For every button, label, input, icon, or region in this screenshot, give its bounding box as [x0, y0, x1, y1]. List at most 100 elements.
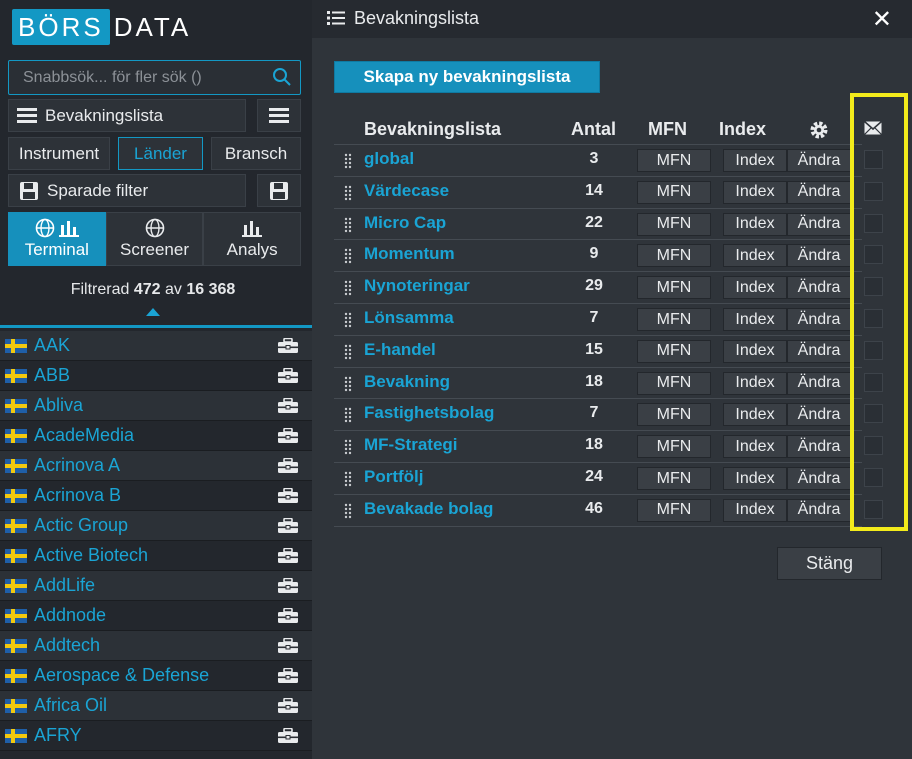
drag-handle-icon[interactable]	[344, 312, 352, 328]
save-filter-button[interactable]	[257, 174, 301, 207]
watchlist-menu-button[interactable]	[257, 99, 301, 132]
edit-button[interactable]: Ändra	[787, 276, 851, 300]
index-button[interactable]: Index	[723, 308, 787, 331]
drag-handle-icon[interactable]	[344, 503, 352, 519]
filter-lander-button[interactable]: Länder	[118, 137, 203, 170]
edit-button[interactable]: Ändra	[787, 371, 851, 395]
company-row[interactable]: Acrinova B	[0, 481, 312, 511]
borsdata-logo[interactable]: BÖRS DATA	[12, 9, 191, 45]
company-row[interactable]: ABB	[0, 361, 312, 391]
company-name[interactable]: Acrinova B	[34, 485, 121, 506]
mfn-button[interactable]: MFN	[637, 276, 711, 300]
edit-button[interactable]: Ändra	[787, 467, 851, 490]
briefcase-icon[interactable]	[278, 488, 298, 504]
drag-handle-icon[interactable]	[344, 471, 352, 487]
index-button[interactable]: Index	[723, 212, 787, 236]
watchlist-name-link[interactable]: Lönsamma	[364, 308, 454, 328]
index-button[interactable]: Index	[723, 339, 787, 363]
drag-handle-icon[interactable]	[344, 217, 352, 233]
edit-button[interactable]: Ändra	[787, 339, 851, 363]
watchlist-name-link[interactable]: global	[364, 149, 414, 169]
tab-screener[interactable]: Screener	[105, 212, 204, 266]
gear-icon[interactable]	[809, 120, 829, 140]
mfn-button[interactable]: MFN	[637, 339, 711, 363]
index-button[interactable]: Index	[723, 467, 787, 490]
filter-instrument-button[interactable]: Instrument	[8, 137, 110, 170]
index-button[interactable]: Index	[723, 435, 787, 459]
mfn-button[interactable]: MFN	[637, 149, 711, 172]
mfn-button[interactable]: MFN	[637, 498, 711, 522]
company-name[interactable]: Active Biotech	[34, 545, 148, 566]
mfn-button[interactable]: MFN	[637, 212, 711, 236]
mfn-button[interactable]: MFN	[637, 403, 711, 427]
briefcase-icon[interactable]	[278, 368, 298, 384]
drag-handle-icon[interactable]	[344, 280, 352, 296]
company-row[interactable]: Africa Oil	[0, 691, 312, 721]
watchlist-name-link[interactable]: MF-Strategi	[364, 435, 458, 455]
watchlist-name-link[interactable]: Micro Cap	[364, 213, 446, 233]
drag-handle-icon[interactable]	[344, 248, 352, 264]
index-button[interactable]: Index	[723, 180, 787, 204]
watchlist-button[interactable]: Bevakningslista	[8, 99, 246, 132]
company-row[interactable]: AddLife	[0, 571, 312, 601]
briefcase-icon[interactable]	[278, 578, 298, 594]
briefcase-icon[interactable]	[278, 728, 298, 744]
tab-terminal[interactable]: Terminal	[8, 212, 106, 266]
company-row[interactable]: AcadeMedia	[0, 421, 312, 451]
company-row[interactable]: Acrinova A	[0, 451, 312, 481]
company-name[interactable]: Aerospace & Defense	[34, 665, 209, 686]
index-button[interactable]: Index	[723, 276, 787, 300]
company-row[interactable]: Active Biotech	[0, 541, 312, 571]
edit-button[interactable]: Ändra	[787, 308, 851, 331]
company-name[interactable]: AAK	[34, 335, 70, 356]
search-icon[interactable]	[272, 67, 292, 87]
mfn-button[interactable]: MFN	[637, 435, 711, 459]
drag-handle-icon[interactable]	[344, 376, 352, 392]
filter-bransch-button[interactable]: Bransch	[211, 137, 301, 170]
edit-button[interactable]: Ändra	[787, 403, 851, 427]
mfn-button[interactable]: MFN	[637, 308, 711, 331]
company-row[interactable]: Addtech	[0, 631, 312, 661]
briefcase-icon[interactable]	[278, 608, 298, 624]
mfn-button[interactable]: MFN	[637, 180, 711, 204]
edit-button[interactable]: Ändra	[787, 180, 851, 204]
watchlist-name-link[interactable]: Momentum	[364, 244, 455, 264]
index-button[interactable]: Index	[723, 498, 787, 522]
edit-button[interactable]: Ändra	[787, 149, 851, 172]
mfn-button[interactable]: MFN	[637, 467, 711, 490]
edit-button[interactable]: Ändra	[787, 498, 851, 522]
briefcase-icon[interactable]	[278, 428, 298, 444]
company-name[interactable]: Africa Oil	[34, 695, 107, 716]
company-row[interactable]: AFRY	[0, 721, 312, 751]
watchlist-name-link[interactable]: Bevakade bolag	[364, 499, 493, 519]
watchlist-name-link[interactable]: Bevakning	[364, 372, 450, 392]
briefcase-icon[interactable]	[278, 398, 298, 414]
company-name[interactable]: Addnode	[34, 605, 106, 626]
drag-handle-icon[interactable]	[344, 439, 352, 455]
close-button[interactable]: Stäng	[777, 547, 882, 580]
company-row[interactable]: Abliva	[0, 391, 312, 421]
company-row[interactable]: Aerospace & Defense	[0, 661, 312, 691]
watchlist-name-link[interactable]: E-handel	[364, 340, 436, 360]
mfn-button[interactable]: MFN	[637, 371, 711, 395]
briefcase-icon[interactable]	[278, 548, 298, 564]
index-button[interactable]: Index	[723, 371, 787, 395]
index-button[interactable]: Index	[723, 149, 787, 172]
company-name[interactable]: AddLife	[34, 575, 95, 596]
company-row[interactable]: Actic Group	[0, 511, 312, 541]
index-button[interactable]: Index	[723, 244, 787, 268]
watchlist-name-link[interactable]: Nynoteringar	[364, 276, 470, 296]
search-input[interactable]	[9, 61, 259, 94]
briefcase-icon[interactable]	[278, 458, 298, 474]
company-name[interactable]: Acrinova A	[34, 455, 120, 476]
collapse-arrow-icon[interactable]	[146, 308, 160, 316]
company-name[interactable]: Addtech	[34, 635, 100, 656]
edit-button[interactable]: Ändra	[787, 435, 851, 459]
mfn-button[interactable]: MFN	[637, 244, 711, 268]
company-name[interactable]: AFRY	[34, 725, 82, 746]
watchlist-name-link[interactable]: Värdecase	[364, 181, 449, 201]
drag-handle-icon[interactable]	[344, 407, 352, 423]
company-name[interactable]: ABB	[34, 365, 70, 386]
create-watchlist-button[interactable]: Skapa ny bevakningslista	[334, 61, 600, 93]
company-name[interactable]: Abliva	[34, 395, 83, 416]
